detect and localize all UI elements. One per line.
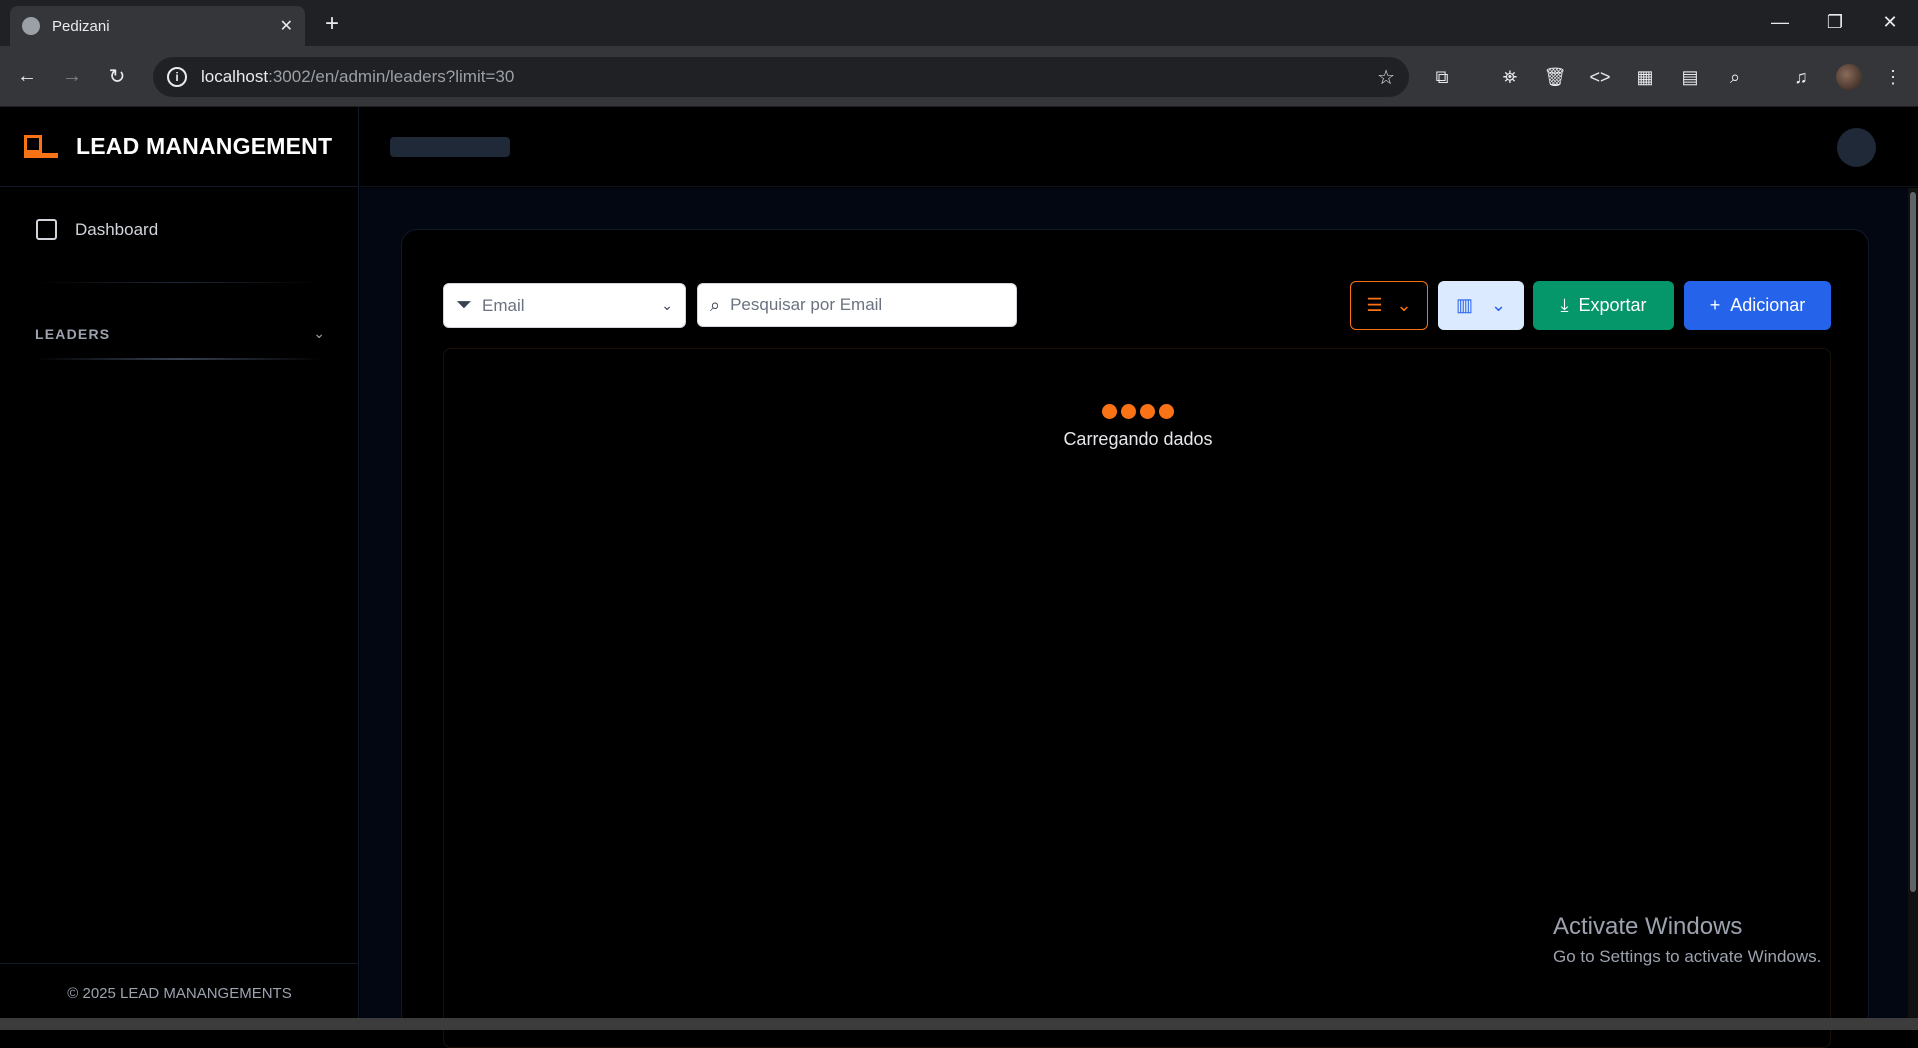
avatar[interactable] bbox=[1837, 128, 1876, 167]
address-bar[interactable]: i localhost:3002/en/admin/leaders?limit=… bbox=[153, 57, 1409, 97]
dashboard-icon bbox=[36, 219, 57, 240]
bookmark-star-icon[interactable]: ☆ bbox=[1377, 65, 1395, 90]
windows-activation-watermark: Activate Windows Go to Settings to activ… bbox=[1553, 913, 1821, 967]
back-button[interactable]: ← bbox=[13, 62, 41, 90]
search-placeholder: Pesquisar por Email bbox=[730, 295, 883, 314]
sidebar-section-leaders[interactable]: LEADERS ⌄ bbox=[35, 325, 325, 342]
chevron-down-icon: ⌄ bbox=[661, 297, 673, 313]
plus-icon: + bbox=[1709, 295, 1721, 315]
activate-subtitle: Go to Settings to activate Windows. bbox=[1553, 947, 1822, 966]
trash-icon[interactable]: 🗑 bbox=[1542, 64, 1568, 90]
activate-title: Activate Windows bbox=[1553, 913, 1743, 940]
filter-sliders-icon: ☰ bbox=[1366, 295, 1383, 315]
top-header bbox=[360, 107, 1918, 187]
reader-icon[interactable]: ▤ bbox=[1677, 64, 1703, 90]
site-info-icon[interactable]: i bbox=[167, 67, 187, 87]
export-label: Exportar bbox=[1578, 295, 1647, 315]
main-content: ⏷ Email ⌄ ⌕ Pesquisar por Email ☰ ⌄ ▥ ⌄ … bbox=[360, 188, 1918, 1048]
filter-icon: ⏷ bbox=[456, 294, 472, 316]
taskbar bbox=[0, 1018, 1918, 1030]
leaders-card: ⏷ Email ⌄ ⌕ Pesquisar por Email ☰ ⌄ ▥ ⌄ … bbox=[401, 229, 1869, 1048]
tab-title: Pedizani bbox=[52, 17, 110, 35]
section-label: LEADERS bbox=[35, 325, 111, 342]
search-tab-icon[interactable]: ⌕ bbox=[1722, 64, 1748, 90]
minimize-button[interactable]: — bbox=[1752, 0, 1808, 44]
layout-icon[interactable]: ▦ bbox=[1632, 64, 1658, 90]
breadcrumb-skeleton bbox=[390, 137, 510, 157]
close-window-button[interactable]: ✕ bbox=[1862, 0, 1918, 44]
columns-icon: ▥ bbox=[1455, 295, 1473, 315]
chevron-down-icon: ⌄ bbox=[1396, 295, 1412, 315]
filter-field-select[interactable]: ⏷ Email ⌄ bbox=[443, 283, 686, 328]
sidebar-footer: © 2025 LEAD MANANGEMENTS bbox=[0, 963, 359, 1023]
loading-dot bbox=[1102, 404, 1117, 419]
browser-toolbar: ← → ↻ i localhost:3002/en/admin/leaders?… bbox=[0, 46, 1918, 107]
menu-icon[interactable]: ⋮ bbox=[1880, 64, 1906, 90]
scrollbar-thumb[interactable] bbox=[1910, 192, 1916, 892]
add-button[interactable]: + Adicionar bbox=[1684, 281, 1831, 330]
sidebar-item-dashboard[interactable]: Dashboard bbox=[36, 219, 158, 240]
browser-tab[interactable]: Pedizani ✕ bbox=[10, 6, 305, 46]
export-button[interactable]: ⤓ Exportar bbox=[1533, 281, 1674, 330]
new-tab-button[interactable]: + bbox=[318, 10, 346, 38]
browser-chrome: Pedizani ✕ + — ❐ ✕ ← → ↻ i localhost:300… bbox=[0, 0, 1918, 107]
media-icon[interactable]: ♫ bbox=[1788, 64, 1814, 90]
add-label: Adicionar bbox=[1730, 295, 1806, 315]
url-text: localhost:3002/en/admin/leaders?limit=30 bbox=[201, 67, 515, 86]
code-icon[interactable]: <> bbox=[1587, 64, 1613, 90]
sidebar: LEAD MANANGEMENT Dashboard LEADERS ⌄ © 2… bbox=[0, 107, 359, 1023]
loading-dot bbox=[1121, 404, 1136, 419]
close-tab-icon[interactable]: ✕ bbox=[280, 16, 293, 36]
search-input[interactable]: ⌕ Pesquisar por Email bbox=[697, 283, 1017, 327]
reload-button[interactable]: ↻ bbox=[103, 62, 131, 90]
page-scrollbar[interactable] bbox=[1908, 188, 1918, 1023]
profile-avatar[interactable] bbox=[1836, 64, 1862, 90]
columns-toggle-button[interactable]: ▥ ⌄ bbox=[1438, 281, 1524, 330]
restore-button[interactable]: ❐ bbox=[1807, 0, 1863, 44]
advanced-filter-button[interactable]: ☰ ⌄ bbox=[1350, 281, 1428, 330]
tab-bar: Pedizani ✕ + — ❐ ✕ bbox=[0, 0, 1918, 46]
loading-text: Carregando dados bbox=[1063, 429, 1213, 449]
incognito-icon[interactable]: ⛯ bbox=[1497, 64, 1523, 90]
loading-dots bbox=[1102, 404, 1174, 419]
globe-icon bbox=[22, 17, 40, 35]
brand-name: LEAD MANANGEMENT bbox=[76, 133, 333, 159]
filter-value: Email bbox=[482, 295, 525, 315]
loading-dot bbox=[1140, 404, 1155, 419]
brand[interactable]: LEAD MANANGEMENT bbox=[0, 107, 359, 187]
divider bbox=[36, 282, 322, 283]
loading-indicator: Carregando dados bbox=[444, 404, 1832, 450]
loading-dot bbox=[1159, 404, 1174, 419]
sidebar-item-label: Dashboard bbox=[75, 219, 159, 239]
divider bbox=[36, 358, 322, 360]
extensions-icon[interactable]: ⧉ bbox=[1429, 64, 1455, 90]
search-icon: ⌕ bbox=[710, 294, 721, 315]
forward-button[interactable]: → bbox=[58, 62, 86, 90]
chevron-down-icon: ⌄ bbox=[313, 325, 325, 341]
logo-icon bbox=[24, 134, 58, 159]
file-download-icon: ⤓ bbox=[1560, 295, 1569, 315]
app-root: LEAD MANANGEMENT Dashboard LEADERS ⌄ © 2… bbox=[0, 107, 1918, 1048]
chevron-down-icon: ⌄ bbox=[1490, 295, 1507, 315]
